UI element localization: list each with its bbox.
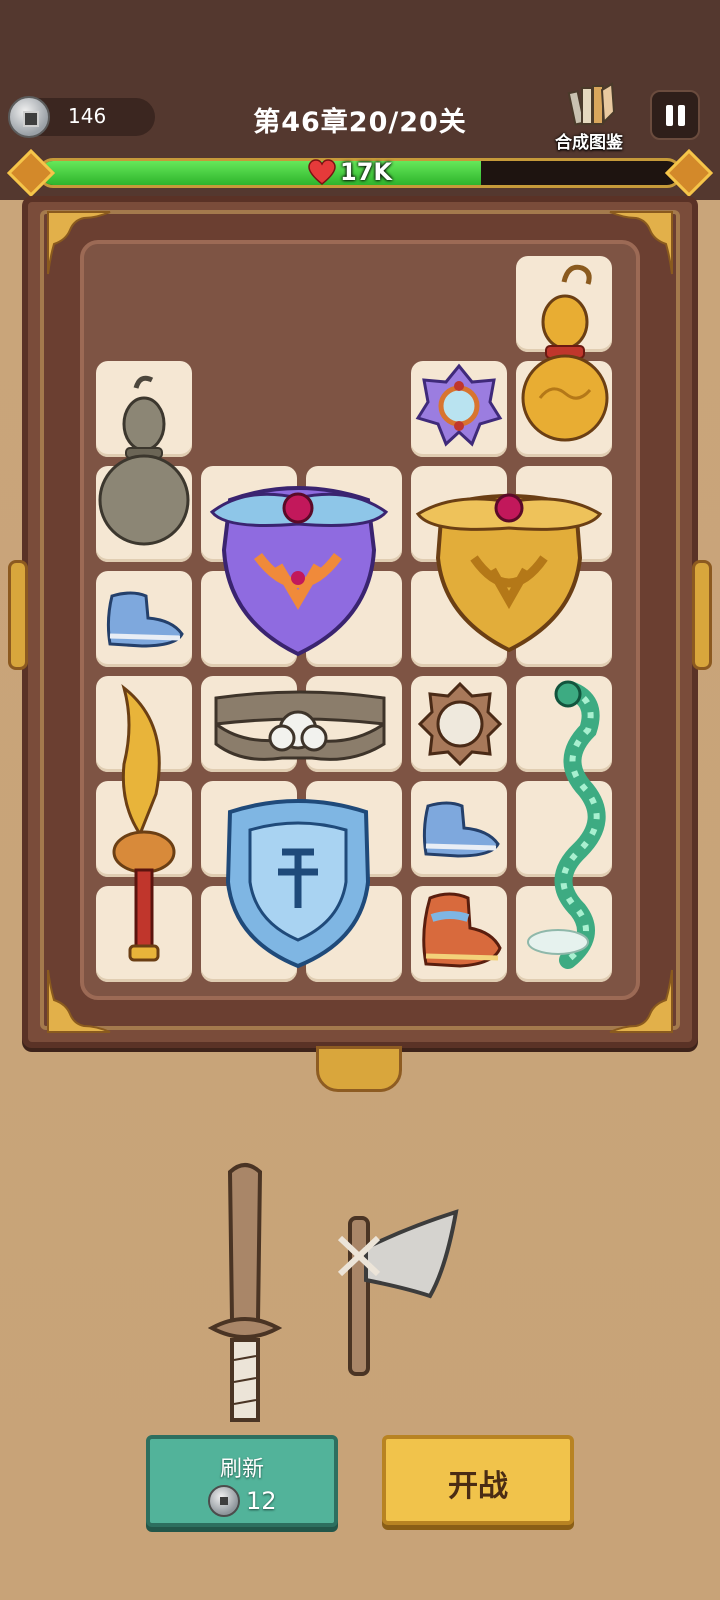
left-handle (8, 560, 28, 670)
refresh-button[interactable]: 刷新 12 (146, 1435, 338, 1527)
refresh-label: 刷新 (219, 1457, 264, 1482)
stone-axe-item[interactable] (326, 1208, 460, 1378)
start-battle-button[interactable]: 开战 (382, 1435, 574, 1525)
codex-button[interactable]: 合成图鉴 (548, 82, 630, 154)
board-lock (316, 1046, 402, 1092)
hp-bar-right-ornament (664, 148, 714, 198)
wooden-sword-item[interactable] (208, 1160, 282, 1436)
ice-shield-item[interactable] (222, 790, 374, 970)
codex-label: 合成图鉴 (555, 133, 623, 153)
refresh-cost-value: 12 (246, 1487, 277, 1515)
purple-talisman-item[interactable] (414, 362, 504, 448)
coin-icon (208, 1485, 240, 1517)
jade-dragon-item[interactable] (518, 680, 612, 972)
golden-saber-item[interactable] (100, 684, 192, 970)
start-battle-label: 开战 (448, 1469, 508, 1504)
bronze-mirror-item[interactable] (418, 682, 502, 766)
books-icon (567, 82, 616, 126)
red-boots-item[interactable] (416, 888, 504, 972)
golden-armor-item[interactable] (414, 478, 604, 654)
hp-readout: 17K (308, 158, 392, 186)
heart-icon (308, 159, 336, 185)
leather-belt-item[interactable] (212, 684, 388, 762)
pause-button[interactable] (650, 90, 700, 140)
hp-bar-left-ornament (6, 148, 56, 198)
hp-value: 17K (340, 158, 392, 186)
right-handle (692, 560, 712, 670)
refresh-cost: 12 (208, 1485, 277, 1517)
golden-gourd-item[interactable] (518, 258, 612, 448)
hp-fill (41, 161, 482, 185)
purple-armor-item[interactable] (206, 470, 392, 658)
hp-bar: 17K (6, 148, 714, 198)
blue-boots-item[interactable] (102, 586, 186, 652)
grey-gourd-item[interactable] (96, 370, 192, 550)
blue-boots-item-2[interactable] (418, 796, 502, 862)
